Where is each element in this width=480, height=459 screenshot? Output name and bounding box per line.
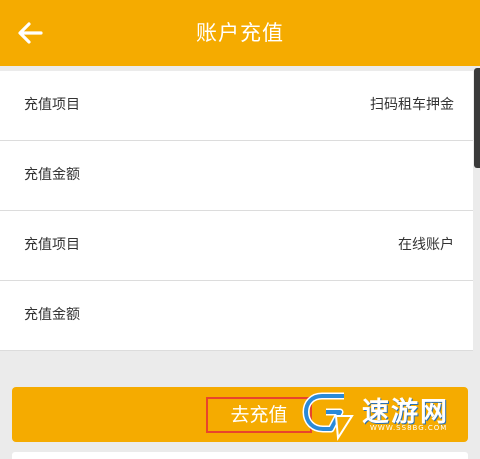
recharge-amount-label: 充值金额 xyxy=(24,167,80,183)
go-recharge-label: 去充值 xyxy=(206,397,312,433)
recharge-item-value: 扫码租车押金 xyxy=(370,97,454,113)
watermark-logo: 速游网 WWW.SS8BG.COM xyxy=(300,388,470,442)
watermark-emblem-icon xyxy=(302,392,354,442)
recharge-item-value-2: 在线账户 xyxy=(398,237,454,253)
recharge-amount-row[interactable]: 充值金额 xyxy=(0,141,473,211)
watermark-url: WWW.SS8BG.COM xyxy=(370,424,448,432)
bottom-panel-edge xyxy=(12,452,468,459)
recharge-item-label: 充值项目 xyxy=(24,97,80,113)
app-header: 账户充值 xyxy=(0,0,480,66)
page-title: 账户充值 xyxy=(196,21,284,45)
recharge-screen: 账户充值 充值项目 扫码租车押金 充值金额 充值项目 在线账户 充值金额 去充值… xyxy=(0,0,480,459)
scrollbar[interactable] xyxy=(474,68,480,168)
recharge-item-row-2[interactable]: 充值项目 在线账户 xyxy=(0,211,473,281)
recharge-amount-row-2[interactable]: 充值金额 xyxy=(0,281,473,351)
recharge-amount-label-2: 充值金额 xyxy=(24,307,80,323)
recharge-item-row[interactable]: 充值项目 扫码租车押金 xyxy=(0,71,473,141)
recharge-item-label-2: 充值项目 xyxy=(24,237,80,253)
